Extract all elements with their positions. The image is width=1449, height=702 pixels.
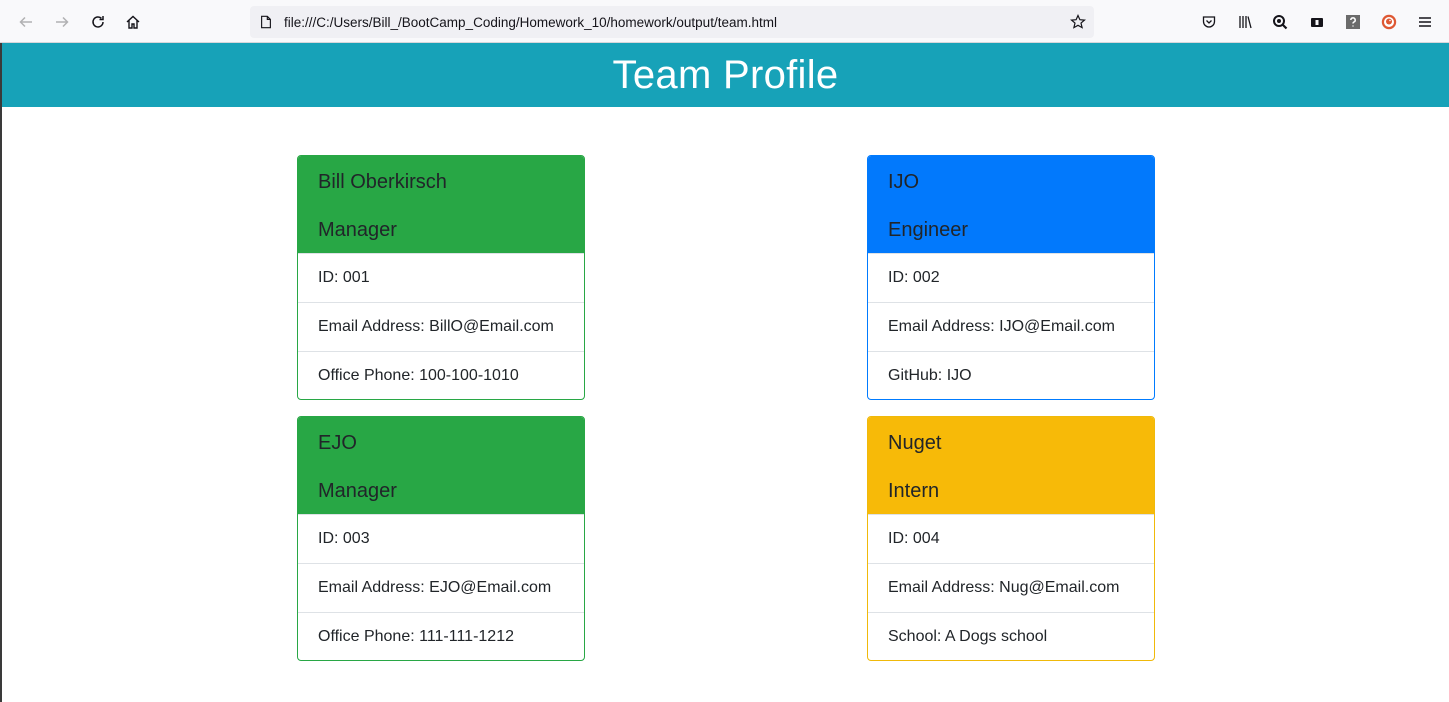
- forward-icon: [56, 16, 69, 28]
- duckduckgo-icon[interactable]: [1380, 13, 1398, 31]
- library-icon[interactable]: [1236, 13, 1254, 31]
- pocket-icon[interactable]: [1200, 13, 1218, 31]
- team-member-card: Nuget Intern ID: 004 Email Address: Nug@…: [867, 416, 1155, 661]
- card-header: Nuget Intern: [868, 417, 1154, 514]
- extension-icon[interactable]: [1308, 13, 1326, 31]
- member-id: ID: 001: [298, 253, 584, 302]
- team-member-card: EJO Manager ID: 003 Email Address: EJO@E…: [297, 416, 585, 661]
- member-name: Nuget: [888, 432, 942, 454]
- page-icon: [258, 14, 274, 30]
- back-icon: [19, 16, 32, 28]
- home-icon: [126, 15, 140, 29]
- member-role: Manager: [318, 219, 397, 241]
- member-id: ID: 004: [868, 514, 1154, 563]
- member-name: EJO: [318, 432, 357, 454]
- home-button[interactable]: [120, 9, 146, 35]
- window-edge: [0, 43, 2, 702]
- card-header: IJO Engineer: [868, 156, 1154, 253]
- member-role: Manager: [318, 480, 397, 502]
- member-role: Intern: [888, 480, 940, 502]
- help-extension-icon[interactable]: [1344, 13, 1362, 31]
- member-school: School: A Dogs school: [868, 612, 1154, 660]
- member-email: Email Address: EJO@Email.com: [298, 563, 584, 612]
- url-text[interactable]: file:///C:/Users/Bill_/BootCamp_Coding/H…: [284, 15, 777, 30]
- member-email: Email Address: IJO@Email.com: [868, 302, 1154, 351]
- browser-toolbar: file:///C:/Users/Bill_/BootCamp_Coding/H…: [0, 0, 1449, 43]
- team-member-card: IJO Engineer ID: 002 Email Address: IJO@…: [867, 155, 1155, 400]
- member-github: GitHub: IJO: [868, 351, 1154, 399]
- page-header: Team Profile: [2, 43, 1449, 107]
- member-email: Email Address: Nug@Email.com: [868, 563, 1154, 612]
- member-id: ID: 002: [868, 253, 1154, 302]
- back-button[interactable]: [13, 9, 39, 35]
- bookmark-star-icon[interactable]: [1068, 12, 1088, 32]
- page-title: Team Profile: [612, 52, 839, 97]
- member-role: Engineer: [888, 219, 969, 241]
- member-name: IJO: [888, 171, 920, 193]
- card-header: Bill Oberkirsch Manager: [298, 156, 584, 253]
- member-name: Bill Oberkirsch: [318, 171, 447, 193]
- member-office-phone: Office Phone: 111-111-1212: [298, 612, 584, 660]
- search-extension-icon[interactable]: [1271, 13, 1289, 31]
- forward-button[interactable]: [49, 9, 75, 35]
- reload-button[interactable]: [85, 9, 111, 35]
- member-office-phone: Office Phone: 100-100-1010: [298, 351, 584, 399]
- card-header: EJO Manager: [298, 417, 584, 514]
- team-member-card: Bill Oberkirsch Manager ID: 001 Email Ad…: [297, 155, 585, 400]
- menu-icon[interactable]: [1416, 13, 1434, 31]
- member-id: ID: 003: [298, 514, 584, 563]
- reload-icon: [92, 16, 104, 28]
- url-bar[interactable]: file:///C:/Users/Bill_/BootCamp_Coding/H…: [250, 6, 1094, 38]
- member-email: Email Address: BillO@Email.com: [298, 302, 584, 351]
